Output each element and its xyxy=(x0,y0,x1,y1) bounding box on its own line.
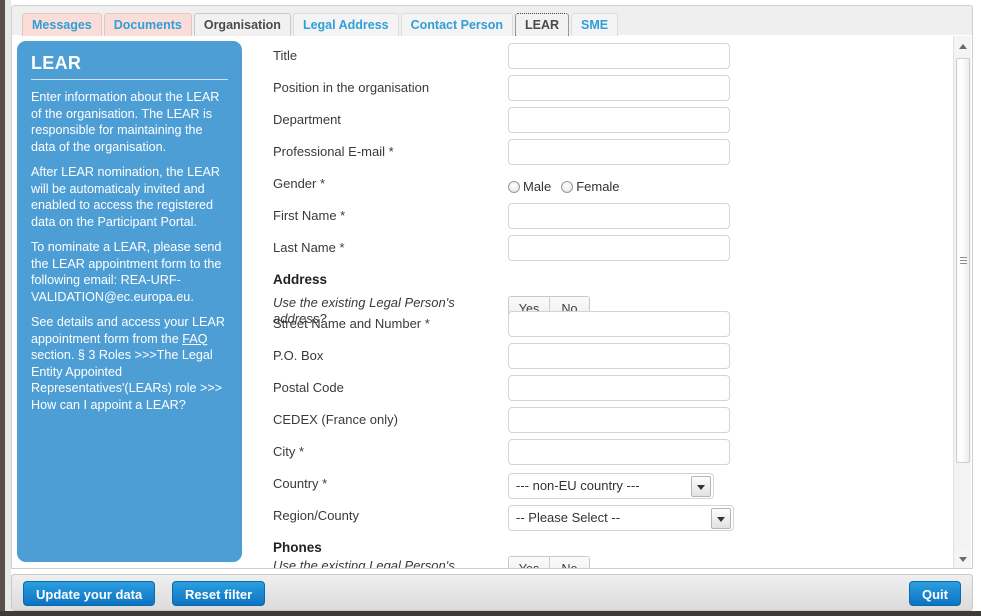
form-row-first-name: First Name * xyxy=(260,201,960,233)
section-heading-address: Address xyxy=(273,272,328,287)
chevron-down-icon[interactable] xyxy=(691,476,711,497)
input-cedex[interactable] xyxy=(508,407,730,433)
label-street: Street Name and Number * xyxy=(273,316,430,331)
input-postal-code[interactable] xyxy=(508,375,730,401)
window-left-edge-inner xyxy=(5,0,11,616)
form-row-street: Street Name and Number * xyxy=(260,309,960,341)
country-select[interactable]: --- non-EU country --- xyxy=(508,473,714,499)
tab-organisation-label: Organisation xyxy=(203,18,281,32)
label-department: Department xyxy=(273,112,341,127)
application-window: Messages Documents Organisation Legal Ad… xyxy=(0,0,981,616)
input-street[interactable] xyxy=(508,311,730,337)
tab-contact-person-label: Contact Person xyxy=(410,18,504,32)
form-row-cedex: CEDEX (France only) xyxy=(260,405,960,437)
input-title[interactable] xyxy=(508,43,730,69)
info-paragraph-3: To nominate a LEAR, please send the LEAR… xyxy=(31,240,222,304)
form-row-department: Department xyxy=(260,105,960,137)
form-row-city: City * xyxy=(260,437,960,469)
window-left-edge xyxy=(0,0,5,616)
phones-yes-button[interactable]: Yes xyxy=(509,557,549,568)
input-position[interactable] xyxy=(508,75,730,101)
chevron-down-icon[interactable] xyxy=(711,508,731,529)
label-city: City * xyxy=(273,444,305,459)
form-row-country: Country * --- non-EU country --- xyxy=(260,469,960,501)
form-row-region: Region/County -- Please Select -- xyxy=(260,501,960,533)
form-row-po-box: P.O. Box xyxy=(260,341,960,373)
gender-radio-group: Male Female xyxy=(508,171,960,194)
section-heading-phones: Phones xyxy=(273,540,322,555)
tab-documents-label: Documents xyxy=(113,18,182,32)
region-select-value: -- Please Select -- xyxy=(516,510,621,525)
tab-messages-label: Messages xyxy=(32,18,92,32)
scroll-up-arrow-icon[interactable] xyxy=(955,38,971,55)
phones-no-button[interactable]: No xyxy=(549,557,589,568)
info-panel-title: LEAR xyxy=(31,53,228,80)
scroll-down-arrow-icon[interactable] xyxy=(955,550,971,567)
info-paragraph-1: Enter information about the LEAR of the … xyxy=(31,90,220,154)
action-bar: Update your data Reset filter Quit xyxy=(11,574,973,611)
tab-messages[interactable]: Messages xyxy=(22,13,102,36)
country-select-value: --- non-EU country --- xyxy=(516,478,640,493)
tab-contact-person[interactable]: Contact Person xyxy=(400,13,514,36)
scrollbar-thumb[interactable] xyxy=(956,58,970,463)
quit-button[interactable]: Quit xyxy=(909,581,961,606)
region-select-wrapper: -- Please Select -- xyxy=(508,505,734,531)
radio-female-icon[interactable] xyxy=(561,180,574,193)
label-position: Position in the organisation xyxy=(273,80,430,95)
form-row-position: Position in the organisation xyxy=(260,73,960,105)
label-professional-email: Professional E-mail * xyxy=(273,144,394,159)
label-last-name: Last Name * xyxy=(273,240,345,255)
tab-documents[interactable]: Documents xyxy=(103,13,192,36)
label-title: Title xyxy=(273,48,298,63)
tab-lear-label: LEAR xyxy=(525,18,560,32)
form-row-phones-use-existing: Use the existing Legal Person's Yes No xyxy=(260,556,960,569)
faq-link[interactable]: FAQ xyxy=(182,332,207,346)
radio-female-label[interactable]: Female xyxy=(576,179,619,194)
input-first-name[interactable] xyxy=(508,203,730,229)
lear-form: Title Position in the organisation Depar… xyxy=(260,35,960,569)
form-row-gender: Gender * Male Female xyxy=(260,169,960,201)
form-row-last-name: Last Name * xyxy=(260,233,960,265)
reset-filter-button[interactable]: Reset filter xyxy=(172,581,266,606)
content-area: LEAR Enter information about the LEAR of… xyxy=(11,34,973,569)
update-your-data-button[interactable]: Update your data xyxy=(23,581,156,606)
window-bottom-edge xyxy=(0,611,981,616)
input-department[interactable] xyxy=(508,107,730,133)
vertical-scrollbar[interactable] xyxy=(953,36,971,568)
phones-use-existing-toggle: Yes No xyxy=(508,556,590,568)
info-paragraph-4-post: section. § 3 Roles >>>The Legal Entity A… xyxy=(31,348,223,412)
form-row-title: Title xyxy=(260,41,960,73)
form-row-email: Professional E-mail * xyxy=(260,137,960,169)
label-postal-code: Postal Code xyxy=(273,380,344,395)
input-city[interactable] xyxy=(508,439,730,465)
label-po-box: P.O. Box xyxy=(273,348,324,363)
label-region: Region/County xyxy=(273,508,359,523)
radio-male-icon[interactable] xyxy=(508,180,520,193)
country-select-wrapper: --- non-EU country --- xyxy=(508,473,714,499)
tab-lear[interactable]: LEAR xyxy=(515,13,570,36)
region-select[interactable]: -- Please Select -- xyxy=(508,505,734,531)
input-professional-email[interactable] xyxy=(508,139,730,165)
tab-legal-address[interactable]: Legal Address xyxy=(292,13,399,36)
scrollbar-grip-icon xyxy=(960,256,967,266)
input-po-box[interactable] xyxy=(508,343,730,369)
input-last-name[interactable] xyxy=(508,235,730,261)
label-phones-use-existing: Use the existing Legal Person's xyxy=(273,558,455,569)
label-country: Country * xyxy=(273,476,328,491)
form-row-postal-code: Postal Code xyxy=(260,373,960,405)
label-first-name: First Name * xyxy=(273,208,346,223)
info-paragraph-4: See details and access your LEAR appoint… xyxy=(31,314,228,413)
info-paragraph-2: After LEAR nomination, the LEAR will be … xyxy=(31,165,221,229)
tab-bar: Messages Documents Organisation Legal Ad… xyxy=(11,5,973,36)
lear-info-panel: LEAR Enter information about the LEAR of… xyxy=(17,41,242,562)
tab-organisation[interactable]: Organisation xyxy=(193,13,291,36)
label-gender: Gender * xyxy=(273,176,326,191)
label-cedex: CEDEX (France only) xyxy=(273,412,398,427)
radio-male-label[interactable]: Male xyxy=(523,179,551,194)
tab-sme-label: SME xyxy=(581,18,609,32)
tab-sme[interactable]: SME xyxy=(571,13,619,36)
tab-legal-address-label: Legal Address xyxy=(302,18,389,32)
